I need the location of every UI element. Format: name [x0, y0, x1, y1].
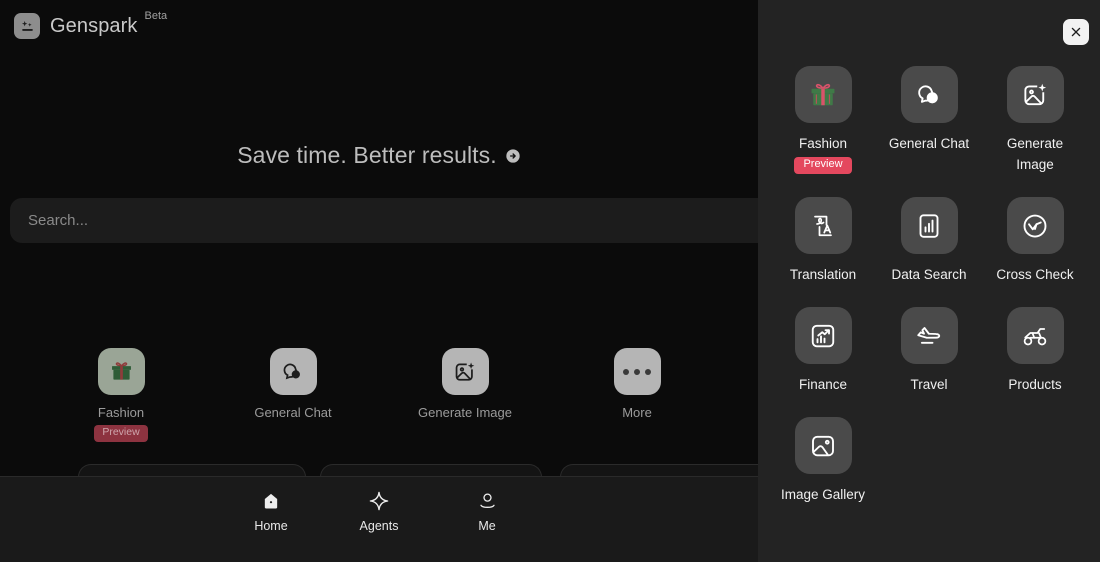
nav-item-home[interactable]: Home [243, 490, 299, 533]
airplane-takeoff-icon [900, 307, 958, 364]
nav-item-agents[interactable]: Agents [351, 490, 407, 533]
panel-item-label: General Chat [888, 136, 970, 151]
quick-action-general-chat[interactable]: General Chat [243, 348, 343, 442]
panel-item-label: Translation [789, 267, 857, 282]
panel-item-image-gallery[interactable]: Image Gallery [770, 417, 876, 505]
nav-item-me[interactable]: Me [459, 490, 515, 533]
quick-actions-row: Fashion Preview General Chat Generate Im… [0, 348, 758, 442]
panel-item-label: Finance [798, 377, 848, 392]
close-icon[interactable] [1063, 19, 1089, 45]
quick-action-more[interactable]: More [587, 348, 687, 442]
bottom-navigation-bar: Home Agents Me [0, 476, 758, 562]
chat-bubbles-icon [269, 348, 317, 395]
beta-tag: Beta [144, 10, 168, 22]
brand-name: Genspark [50, 14, 138, 37]
panel-item-label: Image Gallery [780, 487, 866, 502]
gift-box-icon [97, 348, 145, 395]
panel-item-general-chat[interactable]: General Chat [876, 66, 982, 175]
atv-quad-bike-icon [1006, 307, 1064, 364]
arrow-right-circle-icon[interactable] [505, 148, 521, 164]
double-check-circle-icon [1006, 197, 1064, 254]
finance-chart-icon [794, 307, 852, 364]
panel-item-finance[interactable]: Finance [770, 307, 876, 395]
ellipsis-icon [613, 348, 661, 395]
quick-action-fashion[interactable]: Fashion Preview [71, 348, 171, 442]
preview-badge: Preview [94, 425, 148, 442]
bar-chart-icon [900, 197, 958, 254]
hero-headline: Save time. Better results. [0, 142, 758, 169]
nav-label: Agents [359, 519, 399, 533]
nav-label: Me [478, 519, 496, 533]
panel-item-translation[interactable]: Translation [770, 197, 876, 285]
panel-item-label: Travel [910, 377, 948, 392]
agents-grid: Fashion Preview General Chat Generate Im… [758, 66, 1100, 505]
quick-action-label: Generate Image [418, 405, 512, 420]
panel-item-label: Cross Check [996, 267, 1074, 282]
nav-label: Home [254, 519, 288, 533]
panel-item-travel[interactable]: Travel [876, 307, 982, 395]
panel-item-data-search[interactable]: Data Search [876, 197, 982, 285]
preview-badge: Preview [794, 157, 852, 174]
translate-icon [794, 197, 852, 254]
sparkle-star-icon [368, 490, 390, 512]
quick-action-generate-image[interactable]: Generate Image [415, 348, 515, 442]
gift-box-icon [794, 66, 852, 123]
quick-action-label: Fashion [97, 405, 145, 420]
panel-item-label: Data Search [891, 267, 967, 282]
panel-item-label: Generate Image [1006, 136, 1064, 172]
home-icon [261, 490, 281, 512]
person-icon [477, 490, 498, 512]
chat-bubbles-icon [900, 66, 958, 123]
panel-item-generate-image[interactable]: Generate Image [982, 66, 1088, 175]
image-sparkle-icon [1006, 66, 1064, 123]
quick-action-label: General Chat [254, 405, 332, 420]
quick-action-label: More [622, 405, 652, 420]
search-bar[interactable]: Search... [10, 198, 758, 243]
page-title: Save time. Better results. [237, 142, 497, 168]
search-input[interactable]: Search... [28, 212, 88, 229]
app-root: Genspark Beta Save time. Better results.… [0, 0, 1100, 562]
panel-item-label: Fashion [798, 136, 848, 151]
genspark-sparkle-logo-icon [14, 13, 40, 39]
panel-item-fashion[interactable]: Fashion Preview [770, 66, 876, 175]
agents-panel: Fashion Preview General Chat Generate Im… [758, 0, 1100, 562]
app-header: Genspark Beta [0, 0, 758, 52]
panel-item-products[interactable]: Products [982, 307, 1088, 395]
panel-item-cross-check[interactable]: Cross Check [982, 197, 1088, 285]
image-gallery-icon [794, 417, 852, 474]
main-content-area: Genspark Beta Save time. Better results.… [0, 0, 758, 562]
image-sparkle-icon [441, 348, 489, 395]
panel-item-label: Products [1008, 377, 1062, 392]
